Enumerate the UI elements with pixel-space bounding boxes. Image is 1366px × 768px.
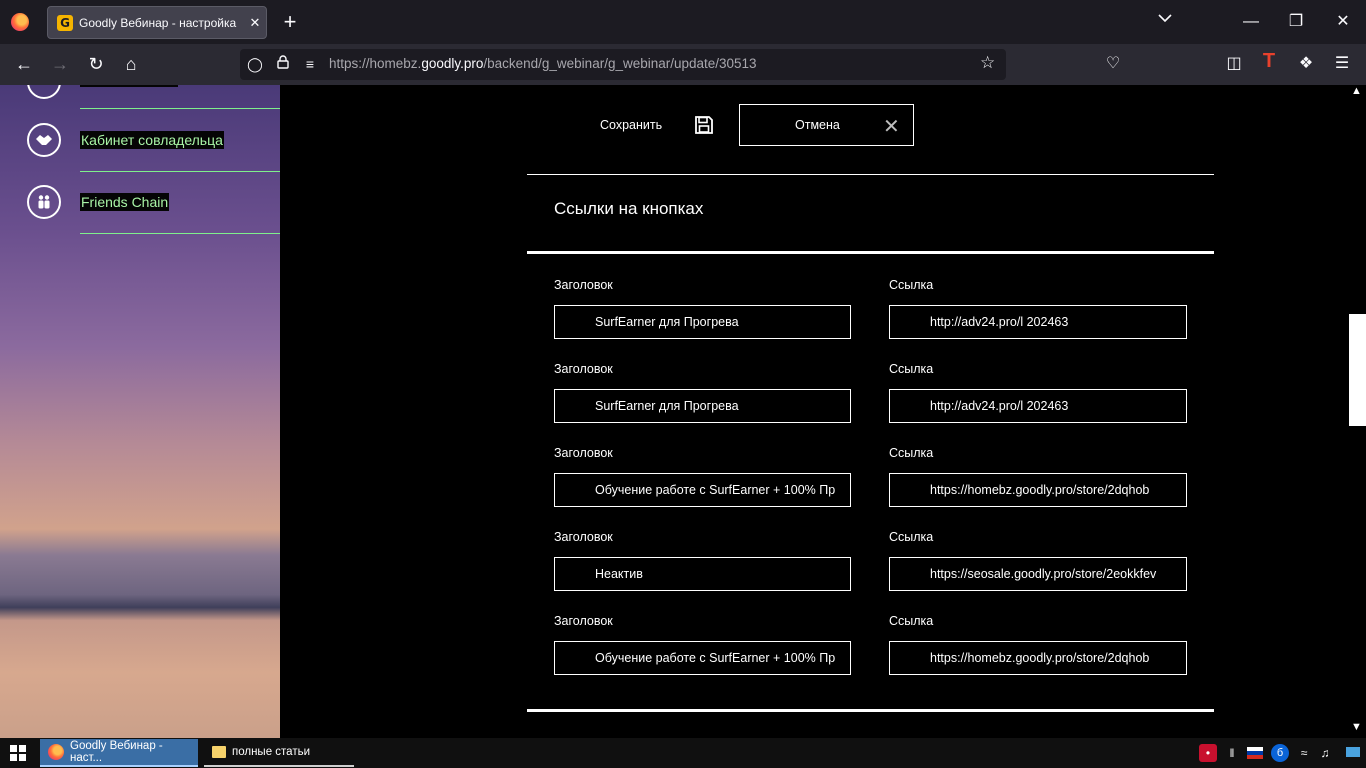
goodly-favicon-icon: G bbox=[57, 14, 73, 31]
taskbar-item-firefox[interactable]: Goodly Вебинар - наст... bbox=[40, 739, 198, 767]
list-all-tabs-chevron-icon[interactable] bbox=[1158, 12, 1172, 26]
title-input[interactable]: Обучение работе с SurfEarner + 100% Пр bbox=[554, 473, 851, 507]
volume-icon[interactable]: ♫ bbox=[1316, 744, 1334, 762]
title-input[interactable]: SurfEarner для Прогрева bbox=[554, 305, 851, 339]
restore-icon[interactable]: ❐ bbox=[1273, 8, 1319, 36]
link-input[interactable]: http://adv24.pro/l 202463 bbox=[889, 305, 1187, 339]
translate-t-icon[interactable]: T bbox=[1257, 50, 1281, 72]
tray-audio-app-icon[interactable]: ‖ bbox=[1223, 744, 1241, 762]
sidebar-divider bbox=[80, 171, 280, 172]
link-input[interactable]: https://homebz.goodly.pro/store/2dqhob bbox=[889, 641, 1187, 675]
link-input[interactable]: http://adv24.pro/l 202463 bbox=[889, 389, 1187, 423]
url-text[interactable]: https://homebz.goodly.pro/backend/g_webi… bbox=[329, 56, 757, 71]
link-label: Ссылка bbox=[889, 530, 934, 544]
sidebar-top-label[interactable] bbox=[80, 85, 178, 87]
tab-title: Goodly Вебинар - настройка bbox=[79, 15, 237, 30]
sidebar-top-icon[interactable] bbox=[27, 85, 61, 99]
shield-icon[interactable]: ◯ bbox=[245, 54, 265, 74]
divider bbox=[527, 174, 1214, 175]
url-bar[interactable]: ◯ ≡ https://homebz.goodly.pro/backend/g_… bbox=[240, 49, 1006, 80]
firefox-icon[interactable] bbox=[11, 13, 29, 31]
bluetooth-icon[interactable]: б bbox=[1271, 744, 1289, 762]
back-arrow-icon[interactable]: ← bbox=[12, 52, 36, 76]
scroll-down-arrow-icon[interactable]: ▼ bbox=[1351, 721, 1362, 733]
link-input[interactable]: https://seosale.goodly.pro/store/2eokkfe… bbox=[889, 557, 1187, 591]
browser-tab[interactable]: G Goodly Вебинар - настройка ✕ bbox=[47, 6, 267, 39]
bookmark-star-icon[interactable]: ☆ bbox=[980, 53, 995, 73]
sidebar-item-co-owner-cabinet[interactable]: Кабинет совладельца bbox=[27, 120, 280, 160]
sidebar-item-label: Friends Chain bbox=[80, 193, 170, 211]
save-button[interactable]: Сохранить bbox=[600, 118, 662, 132]
scroll-up-arrow-icon[interactable]: ▲ bbox=[1351, 85, 1362, 97]
section-title: Ссылки на кнопках bbox=[554, 199, 704, 218]
taskbar-item-label: Goodly Вебинар - наст... bbox=[70, 740, 163, 764]
windows-start-icon[interactable] bbox=[10, 745, 26, 761]
floppy-disk-icon[interactable] bbox=[694, 115, 714, 135]
title-input[interactable]: Неактив bbox=[554, 557, 851, 591]
title-label: Заголовок bbox=[554, 362, 613, 376]
divider bbox=[527, 709, 1214, 712]
title-input[interactable]: SurfEarner для Прогрева bbox=[554, 389, 851, 423]
page-content: Кабинет совладельца Friends Chain Сохран… bbox=[0, 85, 1366, 738]
new-tab-button[interactable]: + bbox=[280, 9, 300, 35]
sidebar-divider bbox=[80, 233, 280, 234]
minimize-icon[interactable]: — bbox=[1228, 8, 1274, 36]
link-input[interactable]: https://homebz.goodly.pro/store/2dqhob bbox=[889, 473, 1187, 507]
url-prefix: https://homebz. bbox=[329, 56, 422, 71]
title-label: Заголовок bbox=[554, 530, 613, 544]
link-label: Ссылка bbox=[889, 278, 934, 292]
close-icon: ✕ bbox=[883, 116, 900, 138]
people-icon bbox=[27, 185, 61, 219]
menu-hamburger-icon[interactable]: ☰ bbox=[1330, 53, 1354, 75]
handshake-icon bbox=[27, 123, 61, 157]
taskbar-item-folder[interactable]: полные статьи bbox=[204, 739, 354, 767]
cancel-label: Отмена bbox=[795, 118, 840, 132]
window-close-icon[interactable]: ✕ bbox=[1320, 8, 1366, 36]
permissions-icon[interactable]: ≡ bbox=[300, 54, 320, 74]
notification-icon[interactable] bbox=[1344, 744, 1362, 762]
browser-nav-bar: ← → ↻ ⌂ ◯ ≡ https://homebz.goodly.pro/ba… bbox=[0, 44, 1366, 85]
link-label: Ссылка bbox=[889, 446, 934, 460]
taskbar-item-label: полные статьи bbox=[232, 746, 311, 758]
url-path: /backend/g_webinar/g_webinar/update/3051… bbox=[483, 56, 757, 71]
forward-arrow-icon[interactable]: → bbox=[48, 52, 72, 76]
windows-taskbar: Goodly Вебинар - наст... полные статьи •… bbox=[0, 738, 1366, 768]
title-input[interactable]: Обучение работе с SurfEarner + 100% Пр bbox=[554, 641, 851, 675]
sidebar: Кабинет совладельца Friends Chain bbox=[0, 85, 280, 738]
tray-app-icon[interactable]: • bbox=[1199, 744, 1217, 762]
extensions-icon[interactable]: ❖ bbox=[1294, 53, 1318, 75]
tab-close-icon[interactable]: ✕ bbox=[244, 15, 266, 31]
sidebar-item-label: Кабинет совладельца bbox=[80, 131, 224, 149]
sidebar-toggle-icon[interactable]: ◫ bbox=[1222, 53, 1246, 75]
pocket-icon[interactable]: ♡ bbox=[1101, 53, 1125, 75]
link-label: Ссылка bbox=[889, 614, 934, 628]
browser-tab-bar: G Goodly Вебинар - настройка ✕ + — ❐ ✕ bbox=[0, 0, 1366, 44]
language-flag-icon[interactable] bbox=[1246, 744, 1264, 762]
cancel-button[interactable]: Отмена ✕ bbox=[739, 104, 914, 146]
divider bbox=[527, 251, 1214, 254]
home-icon[interactable]: ⌂ bbox=[119, 52, 143, 76]
title-label: Заголовок bbox=[554, 278, 613, 292]
sidebar-item-friends-chain[interactable]: Friends Chain bbox=[27, 182, 280, 222]
scrollbar-thumb[interactable] bbox=[1349, 314, 1366, 426]
sidebar-divider bbox=[80, 108, 280, 109]
wifi-icon[interactable]: ≈ bbox=[1295, 744, 1313, 762]
url-domain: goodly.pro bbox=[421, 56, 484, 71]
lock-icon[interactable] bbox=[273, 54, 293, 74]
reload-icon[interactable]: ↻ bbox=[84, 52, 108, 76]
folder-icon bbox=[212, 746, 226, 758]
firefox-icon bbox=[48, 744, 64, 760]
link-label: Ссылка bbox=[889, 362, 934, 376]
title-label: Заголовок bbox=[554, 446, 613, 460]
main-panel: Сохранить Отмена ✕ Ссылки на кнопках Заг… bbox=[280, 85, 1366, 738]
title-label: Заголовок bbox=[554, 614, 613, 628]
